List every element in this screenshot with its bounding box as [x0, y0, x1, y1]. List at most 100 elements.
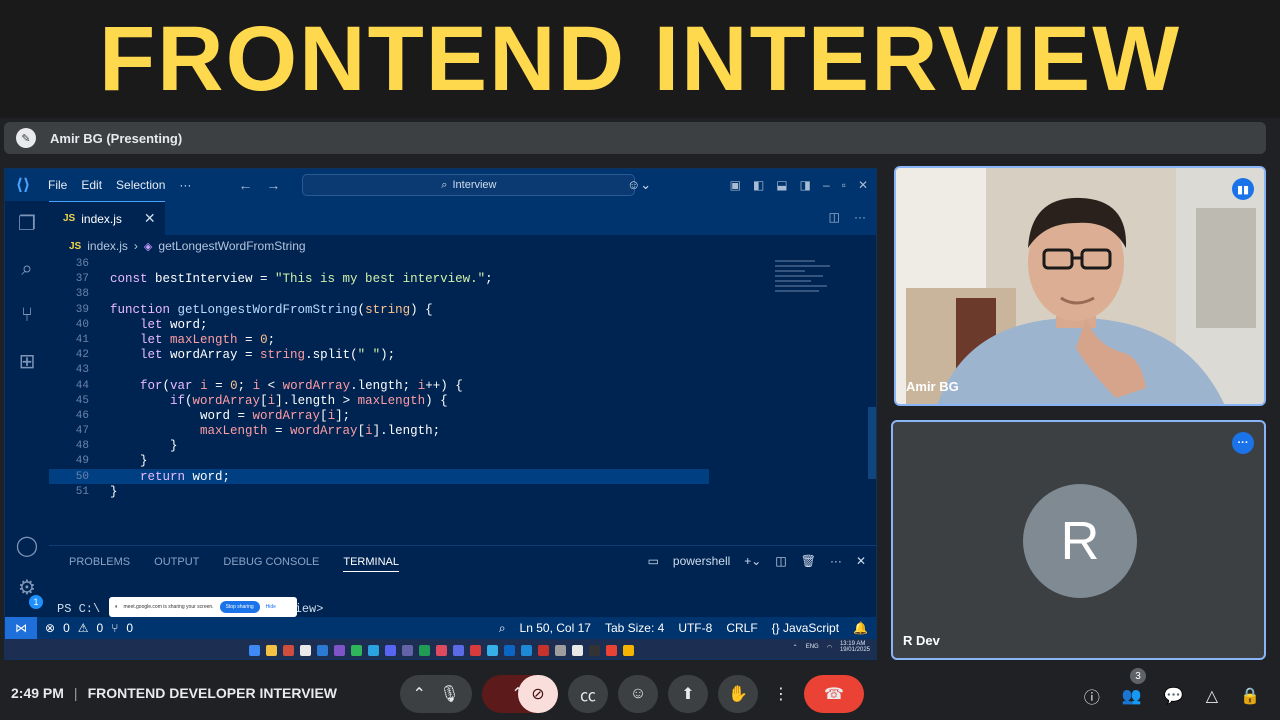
search-view-icon[interactable]: ⌕ [15, 257, 39, 281]
menu-edit[interactable]: Edit [74, 178, 109, 192]
encoding[interactable]: UTF-8 [678, 621, 712, 635]
telegram-icon[interactable] [368, 644, 379, 656]
status-problems[interactable]: ⊗ 0 ⚠ 0 ⑂ 0 [45, 621, 133, 635]
app-icon[interactable] [453, 644, 464, 656]
tab-debug-console[interactable]: DEBUG CONSOLE [223, 556, 319, 572]
app-icon[interactable] [623, 644, 634, 656]
close-tab-icon[interactable]: ✕ [144, 210, 156, 227]
code-line: } [110, 454, 148, 469]
app-icon[interactable] [538, 644, 549, 656]
github-icon[interactable] [589, 644, 600, 656]
participant-tile-rdev[interactable]: ··· R R Dev [891, 420, 1266, 660]
editor-scrollbar[interactable] [868, 407, 876, 479]
forward-arrow-icon[interactable]: → [266, 177, 280, 193]
minimize-icon[interactable]: – [823, 178, 830, 192]
sidebar-toggle-icon[interactable]: ◧ [753, 178, 764, 192]
error-count: 0 [63, 621, 70, 635]
activities-icon[interactable]: △ [1206, 686, 1218, 706]
mic-button[interactable]: ⌃ 🎙 [400, 675, 472, 713]
people-icon[interactable]: 👥 [1122, 686, 1142, 706]
info-icon[interactable]: ⓘ [1084, 684, 1100, 708]
menu-more[interactable]: ··· [172, 178, 198, 192]
tab-output[interactable]: OUTPUT [154, 556, 199, 572]
host-controls-icon[interactable]: 🔒 [1240, 686, 1260, 706]
present-icon: ⬆ [681, 686, 695, 703]
code-editor[interactable]: 36 37 38 39 40 41 42 43 44 45 46 47 48 4… [49, 257, 876, 545]
remote-icon[interactable]: ⋈ [5, 617, 37, 639]
language-mode[interactable]: {} JavaScript [772, 621, 839, 635]
app-icon[interactable] [436, 644, 447, 656]
more-options-icon[interactable]: ··· [1232, 432, 1254, 454]
split-terminal-icon[interactable]: ◫ [775, 554, 786, 568]
panel-toggle-icon[interactable]: ⬓ [776, 178, 787, 192]
app-icon[interactable] [317, 644, 328, 656]
tab-size[interactable]: Tab Size: 4 [605, 621, 664, 635]
tray-chevron-icon[interactable]: ⌃ [793, 644, 798, 651]
app-icon[interactable] [555, 644, 566, 656]
captions-button[interactable]: ㏄ [568, 675, 608, 713]
keyboard-language[interactable]: ENG [806, 644, 819, 650]
trash-icon[interactable]: 🗑 [801, 554, 816, 568]
stop-sharing-button[interactable]: Stop sharing [219, 601, 260, 613]
notifications-bell-icon[interactable]: 🔔 [853, 621, 868, 635]
windows-start-icon[interactable] [249, 644, 260, 656]
menu-selection[interactable]: Selection [109, 178, 172, 192]
linkedin-icon[interactable] [504, 644, 515, 656]
cursor-position[interactable]: Ln 50, Col 17 [520, 621, 591, 635]
camera-off-icon[interactable]: ⊘ [518, 675, 558, 713]
close-window-icon[interactable]: ✕ [858, 178, 868, 192]
command-center-search[interactable]: ⌕ Interview [302, 174, 636, 196]
account-icon[interactable]: ◯ [15, 533, 39, 557]
app-icon[interactable] [470, 644, 481, 656]
more-options-button[interactable]: ⋮ [768, 675, 794, 713]
wifi-icon[interactable]: ◠ [827, 644, 832, 651]
breadcrumb-file[interactable]: index.js [87, 239, 128, 253]
restore-icon[interactable]: ▫ [842, 178, 846, 192]
vscode-taskbar-icon[interactable] [521, 644, 532, 656]
app-icon[interactable] [334, 644, 345, 656]
chrome-icon[interactable] [606, 644, 617, 656]
layout-icon[interactable]: ▣ [730, 178, 741, 192]
app-icon[interactable] [283, 644, 294, 656]
menu-file[interactable]: File [41, 178, 74, 192]
zoom-icon[interactable]: ⌕ [499, 621, 506, 636]
file-explorer-icon[interactable] [266, 644, 277, 656]
extensions-icon[interactable]: ⊞ [15, 349, 39, 373]
whatsapp-icon[interactable] [351, 644, 362, 656]
present-button[interactable]: ⬆ [668, 675, 708, 713]
new-terminal-icon[interactable]: +⌄ [744, 554, 761, 568]
app-icon[interactable] [487, 644, 498, 656]
close-panel-icon[interactable]: ✕ [856, 554, 866, 568]
minimap[interactable] [775, 257, 845, 357]
reactions-button[interactable]: ☺ [618, 675, 658, 713]
breadcrumb-symbol[interactable]: getLongestWordFromString [158, 239, 305, 253]
presenting-label: Amir BG (Presenting) [50, 130, 183, 146]
terminal-shell-label[interactable]: powershell [673, 554, 730, 568]
tab-problems[interactable]: PROBLEMS [69, 556, 130, 572]
source-control-icon[interactable]: ⑂ [15, 303, 39, 327]
error-icon: ⊗ [45, 621, 56, 635]
back-arrow-icon[interactable]: ← [238, 177, 252, 193]
clock[interactable]: 13:19 AM 19/01/2025 [840, 641, 870, 653]
more-actions-icon[interactable]: ··· [854, 210, 866, 224]
raise-hand-button[interactable]: ✋ [718, 675, 758, 713]
copilot-icon[interactable]: ☺⌄ [627, 177, 651, 193]
chat-icon[interactable]: 💬 [1164, 686, 1184, 706]
secondary-sidebar-icon[interactable]: ◨ [800, 178, 811, 192]
tab-terminal[interactable]: TERMINAL [343, 556, 399, 572]
pause-icon: ⏸ [115, 604, 118, 610]
more-icon[interactable]: ··· [830, 554, 842, 568]
split-editor-icon[interactable]: ◫ [829, 210, 840, 224]
discord-icon[interactable] [385, 644, 396, 656]
teams-icon[interactable] [402, 644, 413, 656]
eol[interactable]: CRLF [726, 621, 757, 635]
app-icon[interactable] [419, 644, 430, 656]
participant-tile-amir[interactable]: ▮▮ Amir BG [894, 166, 1266, 406]
leave-call-button[interactable]: ☎ [804, 675, 864, 713]
app-icon[interactable] [300, 644, 311, 656]
app-icon[interactable] [572, 644, 583, 656]
explorer-icon[interactable]: ❐ [15, 211, 39, 235]
hide-button[interactable]: Hide [266, 604, 276, 610]
tab-index-js[interactable]: JS index.js ✕ [49, 201, 165, 235]
